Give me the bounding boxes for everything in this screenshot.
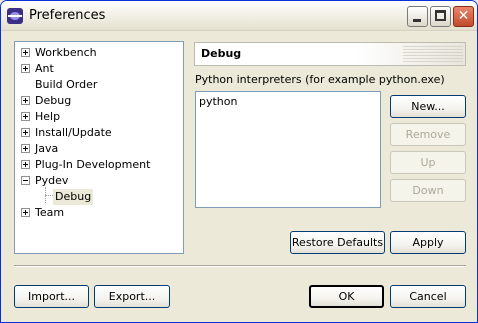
list-item[interactable]: python bbox=[199, 95, 237, 108]
restore-defaults-button[interactable]: Restore Defaults bbox=[290, 231, 385, 254]
header-decoration bbox=[403, 46, 463, 62]
close-icon: ✕ bbox=[457, 8, 470, 24]
expand-icon[interactable] bbox=[21, 160, 30, 169]
tree-item-label: Debug bbox=[35, 94, 72, 107]
minimize-button[interactable] bbox=[407, 6, 428, 27]
apply-button[interactable]: Apply bbox=[390, 231, 466, 254]
expand-icon[interactable] bbox=[21, 96, 30, 105]
cancel-button[interactable]: Cancel bbox=[390, 285, 466, 308]
eclipse-app-icon bbox=[7, 8, 23, 24]
page-title: Debug bbox=[201, 47, 242, 60]
interpreters-label: Python interpreters (for example python.… bbox=[195, 73, 445, 86]
tree-connector-line bbox=[45, 195, 53, 196]
expand-icon[interactable] bbox=[21, 64, 30, 73]
interpreters-list[interactable]: python bbox=[195, 91, 381, 208]
window-title: Preferences bbox=[29, 8, 106, 23]
expand-icon[interactable] bbox=[21, 48, 30, 57]
close-button[interactable]: ✕ bbox=[453, 6, 474, 27]
up-button[interactable]: Up bbox=[390, 151, 466, 174]
tree-item-label: Java bbox=[35, 142, 59, 155]
tree-item-label: Help bbox=[35, 110, 61, 123]
maximize-icon bbox=[435, 10, 446, 21]
tree-item-label: Install/Update bbox=[35, 126, 112, 139]
minimize-icon bbox=[413, 19, 421, 22]
maximize-button[interactable] bbox=[430, 6, 451, 27]
collapse-icon[interactable] bbox=[21, 176, 30, 185]
ok-button[interactable]: OK bbox=[309, 285, 384, 308]
down-button[interactable]: Down bbox=[390, 179, 466, 202]
tree-item-label: Build Order bbox=[35, 78, 98, 91]
tree-item-label: Workbench bbox=[35, 46, 97, 59]
expand-icon[interactable] bbox=[21, 208, 30, 217]
tree-item-label: Plug-In Development bbox=[35, 158, 151, 171]
tree-item-label: Debug bbox=[53, 189, 94, 205]
title-bar[interactable]: Preferences ✕ bbox=[1, 1, 477, 31]
remove-button[interactable]: Remove bbox=[390, 123, 466, 146]
tree-item-label: Team bbox=[35, 206, 65, 219]
preferences-tree[interactable]: Workbench Ant Build Order Debug Help Ins… bbox=[14, 41, 184, 254]
export-button[interactable]: Export... bbox=[94, 285, 170, 308]
tree-item-label: Ant bbox=[35, 62, 54, 75]
new-button[interactable]: New... bbox=[390, 95, 466, 118]
expand-icon[interactable] bbox=[21, 112, 30, 121]
import-button[interactable]: Import... bbox=[14, 285, 89, 308]
expand-icon[interactable] bbox=[21, 144, 30, 153]
preferences-window: Preferences ✕ Workbench Ant Build Order … bbox=[0, 0, 478, 323]
separator bbox=[14, 265, 466, 267]
page-header: Debug bbox=[194, 42, 466, 66]
tree-item-label: Pydev bbox=[35, 174, 69, 187]
expand-icon[interactable] bbox=[21, 128, 30, 137]
